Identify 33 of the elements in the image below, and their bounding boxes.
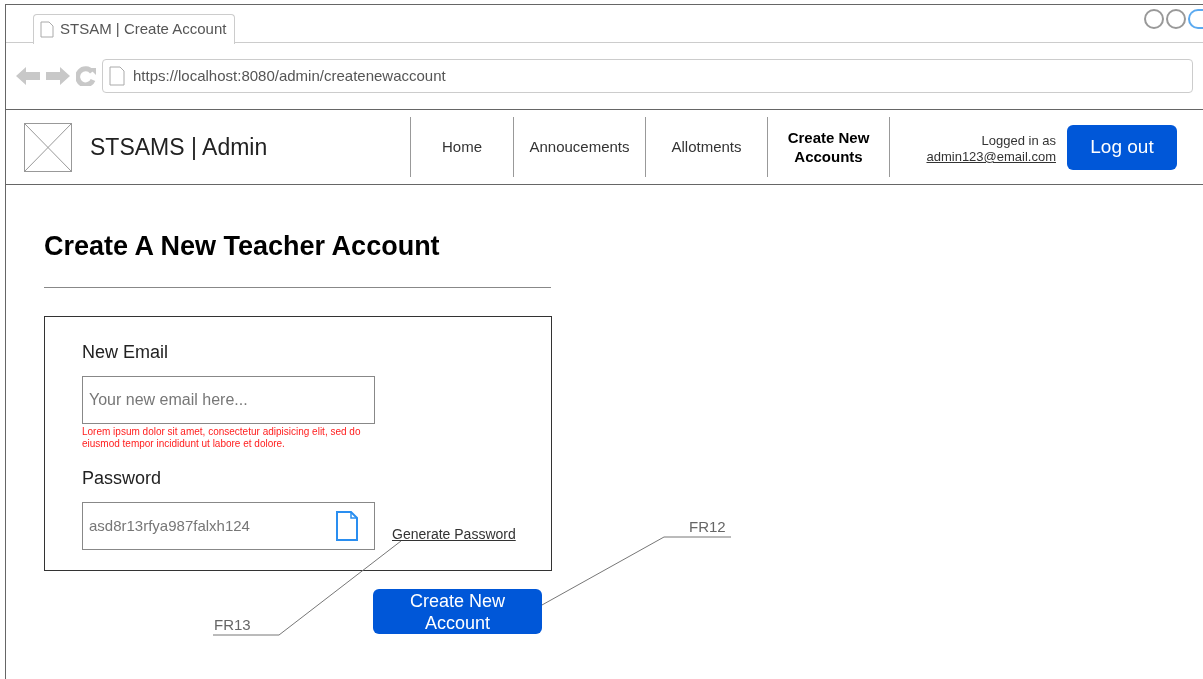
tab-title: STSAM | Create Account	[60, 19, 227, 40]
url-text: https://localhost:8080/admin/createnewaccount	[133, 65, 446, 86]
forward-icon[interactable]	[46, 66, 70, 86]
window-control-icon[interactable]	[1144, 9, 1164, 29]
page-heading: Create A New Teacher Account	[44, 230, 441, 263]
create-account-button[interactable]: Create New Account	[373, 589, 542, 634]
field-label: New Email	[82, 341, 170, 364]
nav-link[interactable]: Create New Accounts	[767, 117, 889, 177]
logged-in-label: Logged in as	[981, 133, 1056, 149]
password-value: asd8r13rfya987falxh124	[89, 515, 251, 536]
generate-password-link[interactable]: Generate Password	[392, 524, 516, 545]
window-control-icon[interactable]	[1166, 9, 1186, 29]
password-field[interactable]: asd8r13rfya987falxh124	[82, 502, 375, 550]
nav-link[interactable]: Allotments	[645, 117, 767, 177]
browser-tab[interactable]: STSAM | Create Account	[33, 14, 236, 44]
error-message: Lorem ipsum dolor sit amet, consectetur adipisicing elit, sed do eiusmod tempor incididunt ut labore et dolore.	[82, 426, 362, 450]
field-label: Password	[82, 467, 163, 490]
window-control-icon[interactable]	[1188, 9, 1203, 29]
email-field[interactable]: Your new email here...	[82, 376, 375, 424]
page-icon	[40, 21, 54, 38]
back-icon[interactable]	[16, 66, 40, 86]
address-bar[interactable]: https://localhost:8080/admin/createnewaccount	[102, 59, 1193, 93]
page-icon	[109, 66, 125, 86]
nav-link[interactable]: Home	[410, 117, 513, 177]
annotation-label: FR13	[214, 615, 251, 635]
logo-placeholder-icon	[24, 122, 72, 172]
logout-button[interactable]: Log out	[1067, 124, 1177, 170]
annotation-label: FR12	[689, 517, 726, 537]
site-title: STSAMS | Admin	[90, 132, 269, 162]
user-email-link[interactable]: admin123@email.com	[926, 149, 1056, 165]
copy-icon[interactable]	[336, 511, 358, 541]
nav-link[interactable]: Annoucements	[513, 117, 645, 177]
reload-icon[interactable]	[76, 66, 96, 86]
